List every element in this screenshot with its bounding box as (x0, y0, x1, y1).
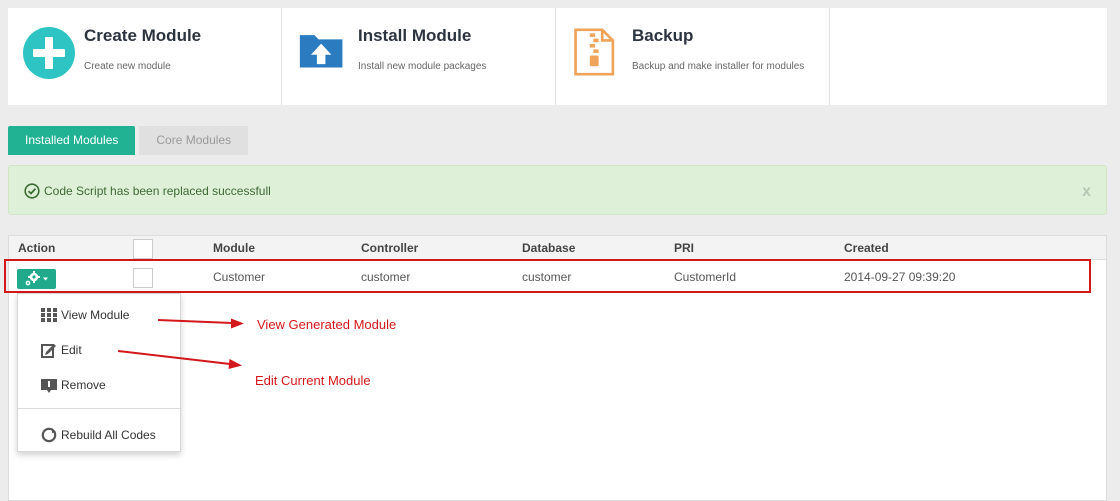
menu-item-edit[interactable]: Edit (18, 339, 182, 361)
grid-icon (41, 308, 57, 322)
edit-icon (41, 344, 56, 358)
menu-label-remove: Remove (61, 378, 106, 392)
quick-actions-panel: Create Module Create new module Install … (8, 8, 1107, 105)
install-module-desc: Install new module packages (358, 61, 487, 72)
install-module-title: Install Module (358, 26, 472, 45)
plus-circle-icon (23, 27, 75, 79)
header-module[interactable]: Module (213, 241, 255, 255)
menu-label-edit: Edit (61, 343, 82, 357)
menu-item-view-module[interactable]: View Module (18, 304, 182, 326)
row-highlight-box (4, 259, 1091, 293)
annotation-edit-module: Edit Current Module (255, 373, 371, 388)
header-pri[interactable]: PRI (674, 241, 694, 255)
menu-divider (18, 408, 182, 409)
header-database[interactable]: Database (522, 241, 575, 255)
gear-icon (25, 271, 48, 286)
select-all-checkbox[interactable] (133, 239, 153, 259)
alert-message: Code Script has been replaced successful… (44, 184, 271, 198)
tab-core-modules[interactable]: Core Modules (139, 126, 249, 155)
install-module-card[interactable]: Install Module Install new module packag… (282, 8, 556, 105)
chevron-down-icon (43, 277, 48, 281)
backup-title: Backup (632, 26, 694, 45)
menu-item-rebuild-all-codes[interactable]: Rebuild All Codes (18, 424, 182, 446)
check-circle-icon (24, 183, 40, 199)
alert-close-button[interactable]: x (1082, 183, 1091, 201)
header-controller[interactable]: Controller (361, 241, 418, 255)
empty-card (830, 8, 1104, 105)
table-header: Action Module Controller Database PRI Cr… (9, 236, 1106, 260)
menu-item-remove[interactable]: Remove (18, 374, 182, 396)
success-alert: Code Script has been replaced successful… (8, 165, 1107, 215)
remove-icon (41, 379, 57, 393)
create-module-desc: Create new module (84, 61, 171, 72)
menu-label-rebuild-all-codes: Rebuild All Codes (61, 428, 156, 442)
action-dropdown-menu: View Module Edit Remove Rebuild All Code… (17, 293, 182, 452)
refresh-icon (41, 427, 57, 443)
menu-label-view-module: View Module (61, 308, 130, 322)
module-tabs: Installed Modules Core Modules (8, 126, 252, 155)
header-action: Action (18, 241, 56, 255)
zip-file-icon (574, 28, 615, 76)
header-created[interactable]: Created (844, 241, 889, 255)
folder-upload-icon (299, 35, 343, 68)
create-module-card[interactable]: Create Module Create new module (8, 8, 282, 105)
create-module-title: Create Module (84, 26, 202, 45)
backup-card[interactable]: Backup Backup and make installer for mod… (556, 8, 830, 105)
annotation-view-module: View Generated Module (257, 317, 397, 332)
backup-desc: Backup and make installer for modules (632, 61, 805, 72)
action-gear-button[interactable] (17, 269, 56, 289)
tab-installed-modules[interactable]: Installed Modules (8, 126, 136, 155)
